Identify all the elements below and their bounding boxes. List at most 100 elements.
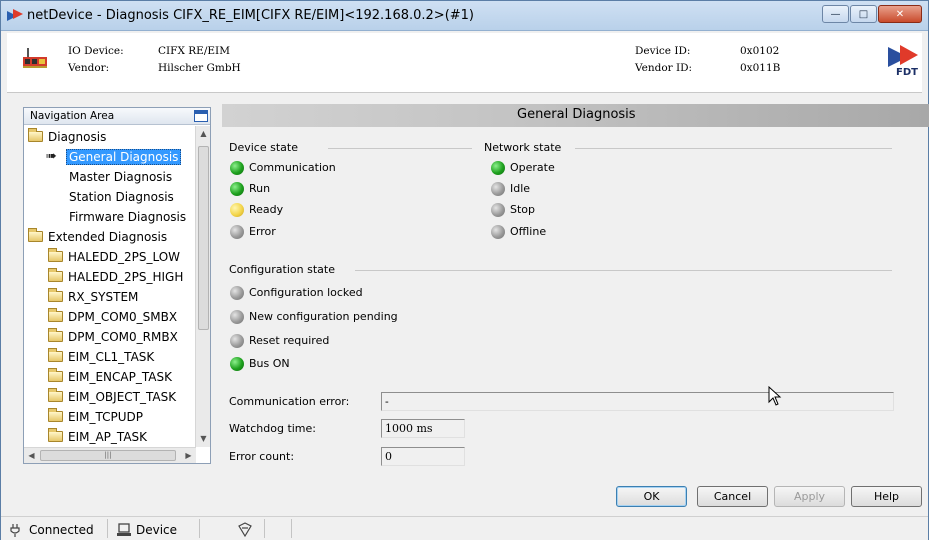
navigation-horizontal-scrollbar[interactable]: ◀ ||| ▶ [24,447,196,463]
dock-window-icon[interactable] [194,110,208,122]
led-label: Configuration locked [249,286,363,299]
led-label: Idle [510,182,531,195]
folder-icon [48,268,63,282]
close-button[interactable]: ✕ [878,5,922,23]
led-new-configuration-pending [230,310,244,324]
network-state-title: Network state [484,141,562,154]
led-label: Stop [510,203,536,216]
tree-item-station-diagnosis[interactable]: Station Diagnosis [69,187,174,206]
led-operate [491,161,505,175]
io-device-label: IO Device: [68,45,124,57]
minimize-button[interactable]: — [822,5,849,23]
tree-item-rx-system[interactable]: RX_SYSTEM [48,287,138,306]
tree-item-eim-object-task[interactable]: EIM_OBJECT_TASK [48,387,176,406]
tree-item-eim-tcpudp[interactable]: EIM_TCPUDP [48,407,143,426]
communication-error-field: - [381,392,894,411]
tree-item-eim-cl1-task[interactable]: EIM_CL1_TASK [48,347,154,366]
tree-item-label: EIM_CL1_TASK [68,349,155,364]
panel-header: General Diagnosis [222,104,929,127]
led-stop [491,203,505,217]
navigation-tree: Diagnosis ➠ General Diagnosis Master Dia… [24,126,196,447]
tree-item-label: Firmware Diagnosis [69,209,187,224]
tree-item-label: DPM_COM0_RMBX [68,329,178,344]
led-idle [491,182,505,196]
scroll-right-icon[interactable]: ▶ [181,448,196,463]
mouse-pointer-icon [768,386,782,406]
title-bar[interactable]: netDevice - Diagnosis CIFX_RE_EIM[CIFX R… [1,1,928,31]
folder-icon [28,128,43,142]
folder-icon [48,408,63,422]
led-label: Error [249,225,276,238]
led-label: New configuration pending [249,310,398,323]
tree-item-label: HALEDD_2PS_HIGH [68,269,184,284]
scrollbar-thumb[interactable]: ||| [40,450,176,461]
configuration-state-title: Configuration state [229,263,335,276]
tree-item-label: EIM_AP_TASK [68,429,148,444]
tree-item-eim-encap-task[interactable]: EIM_ENCAP_TASK [48,367,172,386]
folder-icon [48,428,63,442]
folder-icon [48,288,63,302]
apply-button[interactable]: Apply [774,486,845,507]
status-diagnostic [237,522,253,538]
led-label: Reset required [249,334,330,347]
plug-connected-icon [10,524,20,537]
tree-item-eim-ap-task[interactable]: EIM_AP_TASK [48,427,147,446]
device-state-title: Device state [229,141,298,154]
window-title: netDevice - Diagnosis CIFX_RE_EIM[CIFX R… [27,8,474,23]
led-label: Run [249,182,271,195]
status-device-label: Device [136,523,178,537]
tree-item-haledd-2ps-high[interactable]: HALEDD_2PS_HIGH [48,267,183,286]
status-bar: Connected Device [1,516,928,540]
scroll-down-icon[interactable]: ▼ [196,431,211,447]
tree-item-extended-diagnosis[interactable]: Extended Diagnosis [28,227,167,246]
navigation-vertical-scrollbar[interactable]: ▲ ▼ [195,126,210,447]
tree-item-label: EIM_ENCAP_TASK [68,369,172,384]
diagnostic-icon [238,522,252,538]
tree-item-general-diagnosis[interactable]: ➠ General Diagnosis [46,147,182,166]
led-label: Offline [510,225,547,238]
device-id-value: 0x0102 [740,45,780,57]
navigation-area: Navigation Area Diagnosis ➠ General Diag… [23,107,211,464]
folder-icon [48,308,63,322]
communication-error-label: Communication error: [229,395,350,408]
device-header: IO Device: CIFX RE/EIM Vendor: Hilscher … [7,33,922,93]
tree-item-dpm-com0-smbx[interactable]: DPM_COM0_SMBX [48,307,177,326]
led-communication [230,161,244,175]
scrollbar-thumb[interactable] [198,146,209,330]
maximize-button[interactable]: □ [850,5,877,23]
divider [107,519,108,538]
tree-item-label: EIM_TCPUDP [68,409,143,424]
tree-item-dpm-com0-rmbx[interactable]: DPM_COM0_RMBX [48,327,178,346]
tree-item-haledd-2ps-low[interactable]: HALEDD_2PS_LOW [48,247,180,266]
error-count-field: 0 [381,447,465,466]
led-configuration-locked [230,286,244,300]
cancel-button[interactable]: Cancel [697,486,768,507]
error-count-label: Error count: [229,450,295,463]
led-bus-on [230,357,244,371]
tree-item-diagnosis[interactable]: Diagnosis [28,127,106,146]
divider [328,148,472,149]
folder-icon [48,388,63,402]
scroll-up-icon[interactable]: ▲ [196,126,211,142]
tree-item-master-diagnosis[interactable]: Master Diagnosis [69,167,172,186]
scroll-left-icon[interactable]: ◀ [24,448,39,463]
status-connected: Connected [9,522,94,538]
led-run [230,182,244,196]
led-offline [491,225,505,239]
tree-item-label: Extended Diagnosis [48,229,168,244]
led-label: Ready [249,203,284,216]
ok-button[interactable]: OK [616,486,687,507]
watchdog-time-label: Watchdog time: [229,422,316,435]
vendor-label: Vendor: [68,62,110,74]
divider [199,519,200,538]
folder-icon [48,248,63,262]
led-label: Bus ON [249,357,290,370]
tree-item-label: General Diagnosis [66,148,182,165]
help-button[interactable]: Help [851,486,922,507]
status-connected-label: Connected [29,523,94,537]
tree-item-firmware-diagnosis[interactable]: Firmware Diagnosis [69,207,186,226]
vendor-id-value: 0x011B [740,62,781,74]
led-ready [230,203,244,217]
tree-item-label: DPM_COM0_SMBX [68,309,178,324]
tree-item-label: Master Diagnosis [69,169,173,184]
